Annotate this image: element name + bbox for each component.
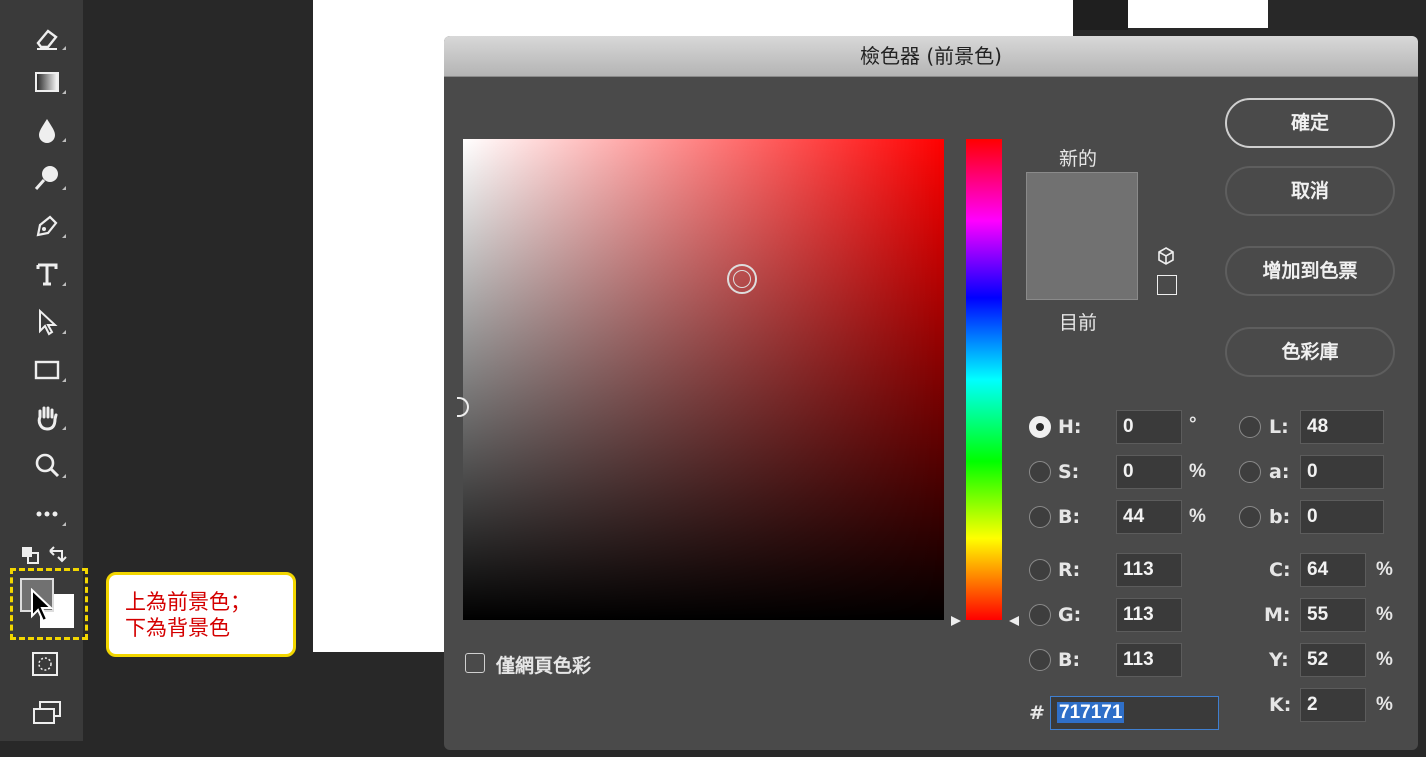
- hue-unit: °: [1189, 414, 1197, 435]
- b-channel-label: b:: [1269, 506, 1291, 528]
- magenta-label: M:: [1264, 604, 1291, 626]
- eraser-icon[interactable]: [26, 20, 68, 56]
- hex-label: #: [1029, 702, 1045, 724]
- a-channel-input[interactable]: 0: [1300, 455, 1384, 489]
- saturation-input[interactable]: 0: [1116, 455, 1182, 489]
- new-color-label: 新的: [1059, 148, 1098, 170]
- dialog-title: 檢色器 (前景色): [860, 44, 1002, 68]
- hue-slider-left-handle[interactable]: [949, 614, 963, 633]
- annotation-line-1: 上為前景色；: [125, 590, 251, 614]
- hue-slider[interactable]: [966, 139, 1002, 620]
- a-channel-label: a:: [1269, 461, 1290, 483]
- hue-label: H:: [1058, 416, 1082, 438]
- hue-slider-right-handle[interactable]: [1007, 614, 1021, 633]
- brightness-radio[interactable]: [1029, 506, 1051, 528]
- web-colors-only-checkbox[interactable]: [465, 653, 485, 673]
- web-colors-only-label: 僅網頁色彩: [496, 655, 592, 677]
- color-libraries-button[interactable]: 色彩庫: [1225, 327, 1395, 377]
- web-safe-square-icon[interactable]: [1157, 275, 1177, 295]
- hex-input[interactable]: 717171: [1050, 696, 1219, 730]
- black-input[interactable]: 2: [1300, 688, 1366, 722]
- screen-mode-icon[interactable]: [32, 700, 62, 726]
- green-radio[interactable]: [1029, 604, 1051, 626]
- current-color-swatch[interactable]: [1027, 236, 1137, 299]
- rectangle-icon[interactable]: [26, 352, 68, 388]
- hand-icon[interactable]: [26, 400, 68, 436]
- field-marker: [457, 397, 469, 417]
- black-unit: %: [1376, 694, 1393, 715]
- saturation-unit: %: [1189, 461, 1206, 482]
- green-label: G:: [1058, 604, 1082, 626]
- b-channel-input[interactable]: 0: [1300, 500, 1384, 534]
- color-preview: [1026, 172, 1138, 300]
- add-to-swatches-button[interactable]: 增加到色票: [1225, 246, 1395, 296]
- hue-input[interactable]: 0: [1116, 410, 1182, 444]
- hue-radio[interactable]: [1029, 416, 1051, 438]
- b-channel-radio[interactable]: [1239, 506, 1261, 528]
- black-label: K:: [1269, 694, 1292, 716]
- brightness-unit: %: [1189, 506, 1206, 527]
- red-input[interactable]: 113: [1116, 553, 1182, 587]
- dialog-titlebar[interactable]: 檢色器 (前景色): [444, 36, 1418, 77]
- blue-input[interactable]: 113: [1116, 643, 1182, 677]
- gradient-icon[interactable]: [26, 64, 68, 100]
- color-picker-dialog: 檢色器 (前景色) 新的 目前 確定 取消 增加到色票 色彩庫 H: 0 ° S…: [444, 36, 1418, 750]
- brightness-label: B:: [1058, 506, 1081, 528]
- saturation-radio[interactable]: [1029, 461, 1051, 483]
- pen-icon[interactable]: [26, 208, 68, 244]
- out-of-gamut-cube-icon[interactable]: [1156, 246, 1176, 271]
- cyan-unit: %: [1376, 559, 1393, 580]
- green-input[interactable]: 113: [1116, 598, 1182, 632]
- hex-value-selection: 717171: [1057, 702, 1125, 723]
- cyan-input[interactable]: 64: [1300, 553, 1366, 587]
- yellow-unit: %: [1376, 649, 1393, 670]
- cancel-button[interactable]: 取消: [1225, 166, 1395, 216]
- more-icon[interactable]: [26, 496, 68, 532]
- annotation-callout: 上為前景色； 下為背景色: [106, 572, 296, 657]
- quick-mask-icon[interactable]: [32, 652, 58, 676]
- color-field-cursor[interactable]: [727, 264, 757, 294]
- dodge-icon[interactable]: [26, 160, 68, 196]
- red-label: R:: [1058, 559, 1081, 581]
- saturation-brightness-field[interactable]: [457, 139, 944, 620]
- brightness-input[interactable]: 44: [1116, 500, 1182, 534]
- magenta-unit: %: [1376, 604, 1393, 625]
- type-icon[interactable]: [26, 256, 68, 292]
- cyan-label: C:: [1269, 559, 1291, 581]
- canvas-gap: [1073, 0, 1128, 30]
- new-color-swatch: [1027, 173, 1137, 236]
- blue-label: B:: [1058, 649, 1081, 671]
- a-channel-radio[interactable]: [1239, 461, 1261, 483]
- red-radio[interactable]: [1029, 559, 1051, 581]
- lightness-input[interactable]: 48: [1300, 410, 1384, 444]
- saturation-label: S:: [1058, 461, 1080, 483]
- highlight-box: [10, 568, 88, 640]
- path-select-icon[interactable]: [26, 304, 68, 340]
- blur-icon[interactable]: [26, 112, 68, 148]
- ok-button[interactable]: 確定: [1225, 98, 1395, 148]
- yellow-label: Y:: [1269, 649, 1289, 671]
- current-color-label: 目前: [1059, 312, 1098, 334]
- annotation-line-2: 下為背景色: [125, 616, 230, 640]
- yellow-input[interactable]: 52: [1300, 643, 1366, 677]
- document-canvas-edge: [1128, 0, 1268, 28]
- lightness-label: L:: [1269, 416, 1289, 438]
- blue-radio[interactable]: [1029, 649, 1051, 671]
- zoom-icon[interactable]: [26, 448, 68, 484]
- magenta-input[interactable]: 55: [1300, 598, 1366, 632]
- swap-colors-icon[interactable]: [22, 545, 72, 567]
- lightness-radio[interactable]: [1239, 416, 1261, 438]
